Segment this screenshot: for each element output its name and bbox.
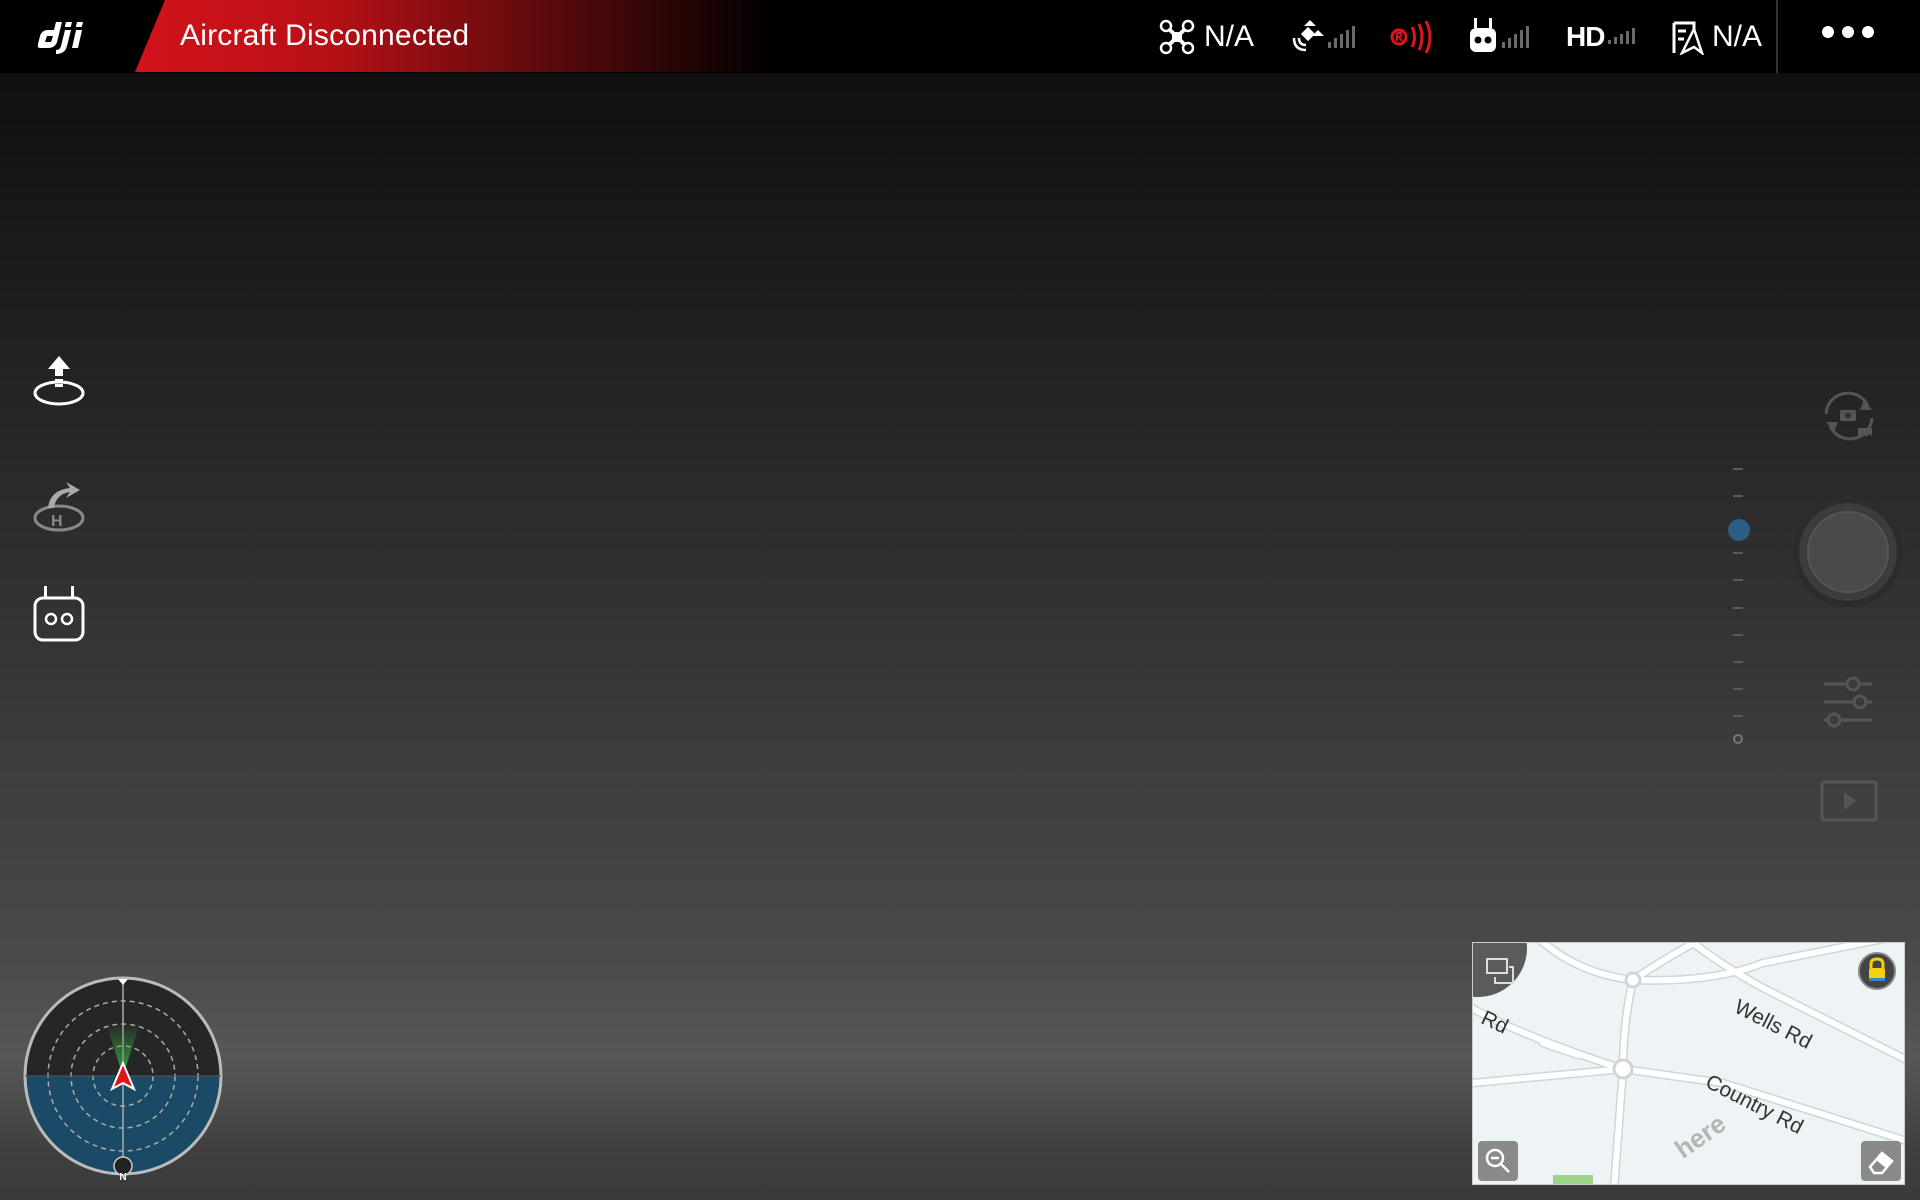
svg-text:H: H [51,513,63,530]
zoom-min-marker [1733,734,1743,744]
aircraft-battery-indicator[interactable]: N/A [1158,16,1254,58]
flight-mode-indicator[interactable]: N/A [1672,16,1762,58]
flight-mode-icon [1672,21,1704,55]
remote-controller-icon[interactable] [30,586,88,644]
map-lock-button[interactable] [1858,952,1896,990]
expand-map-icon [1486,958,1514,984]
shutter-button[interactable] [1793,497,1903,607]
gps-signal-indicator[interactable] [1290,16,1355,58]
settings-sliders-icon[interactable] [1822,676,1874,728]
hd-label: HD [1566,21,1605,52]
eraser-icon [1868,1151,1894,1175]
more-icon[interactable] [1822,26,1874,38]
mini-map[interactable]: Rd Wells Rd Country Rd here [1472,942,1905,1185]
gps-signal-bars [1328,26,1355,48]
remote-controller-icon [1470,18,1496,52]
aircraft-icon [1159,19,1195,55]
map-zoom-out-button[interactable] [1478,1141,1518,1181]
rc-signal-bars [1502,26,1529,48]
obstacle-sensing-indicator[interactable] [1390,16,1436,58]
flight-mode-value: N/A [1712,20,1763,53]
satellite-icon [1292,20,1324,52]
dji-logo[interactable] [36,18,100,56]
map-clear-path-button[interactable] [1861,1141,1901,1181]
takeoff-icon[interactable] [30,352,88,410]
obstacle-sensing-icon [1390,20,1432,54]
zoom-out-icon [1485,1148,1510,1173]
lock-icon [1869,957,1885,981]
aircraft-status-text[interactable]: Aircraft Disconnected [180,19,469,53]
radar-north-label: N [119,1172,127,1183]
aircraft-battery-value: N/A [1204,20,1255,53]
topbar-divider [1776,0,1778,73]
return-home-icon[interactable]: H [30,478,88,536]
playback-icon[interactable] [1820,780,1878,822]
hd-signal-bars [1608,22,1636,44]
hd-signal-indicator[interactable]: HD [1566,16,1636,58]
camera-switch-icon[interactable] [1814,386,1884,446]
rc-signal-indicator[interactable] [1468,16,1529,58]
top-bar: Aircraft Disconnected N/A HD N/A [0,0,1920,73]
zoom-slider[interactable] [1728,460,1750,750]
attitude-radar[interactable] [22,975,224,1177]
zoom-slider-knob[interactable] [1728,519,1750,541]
